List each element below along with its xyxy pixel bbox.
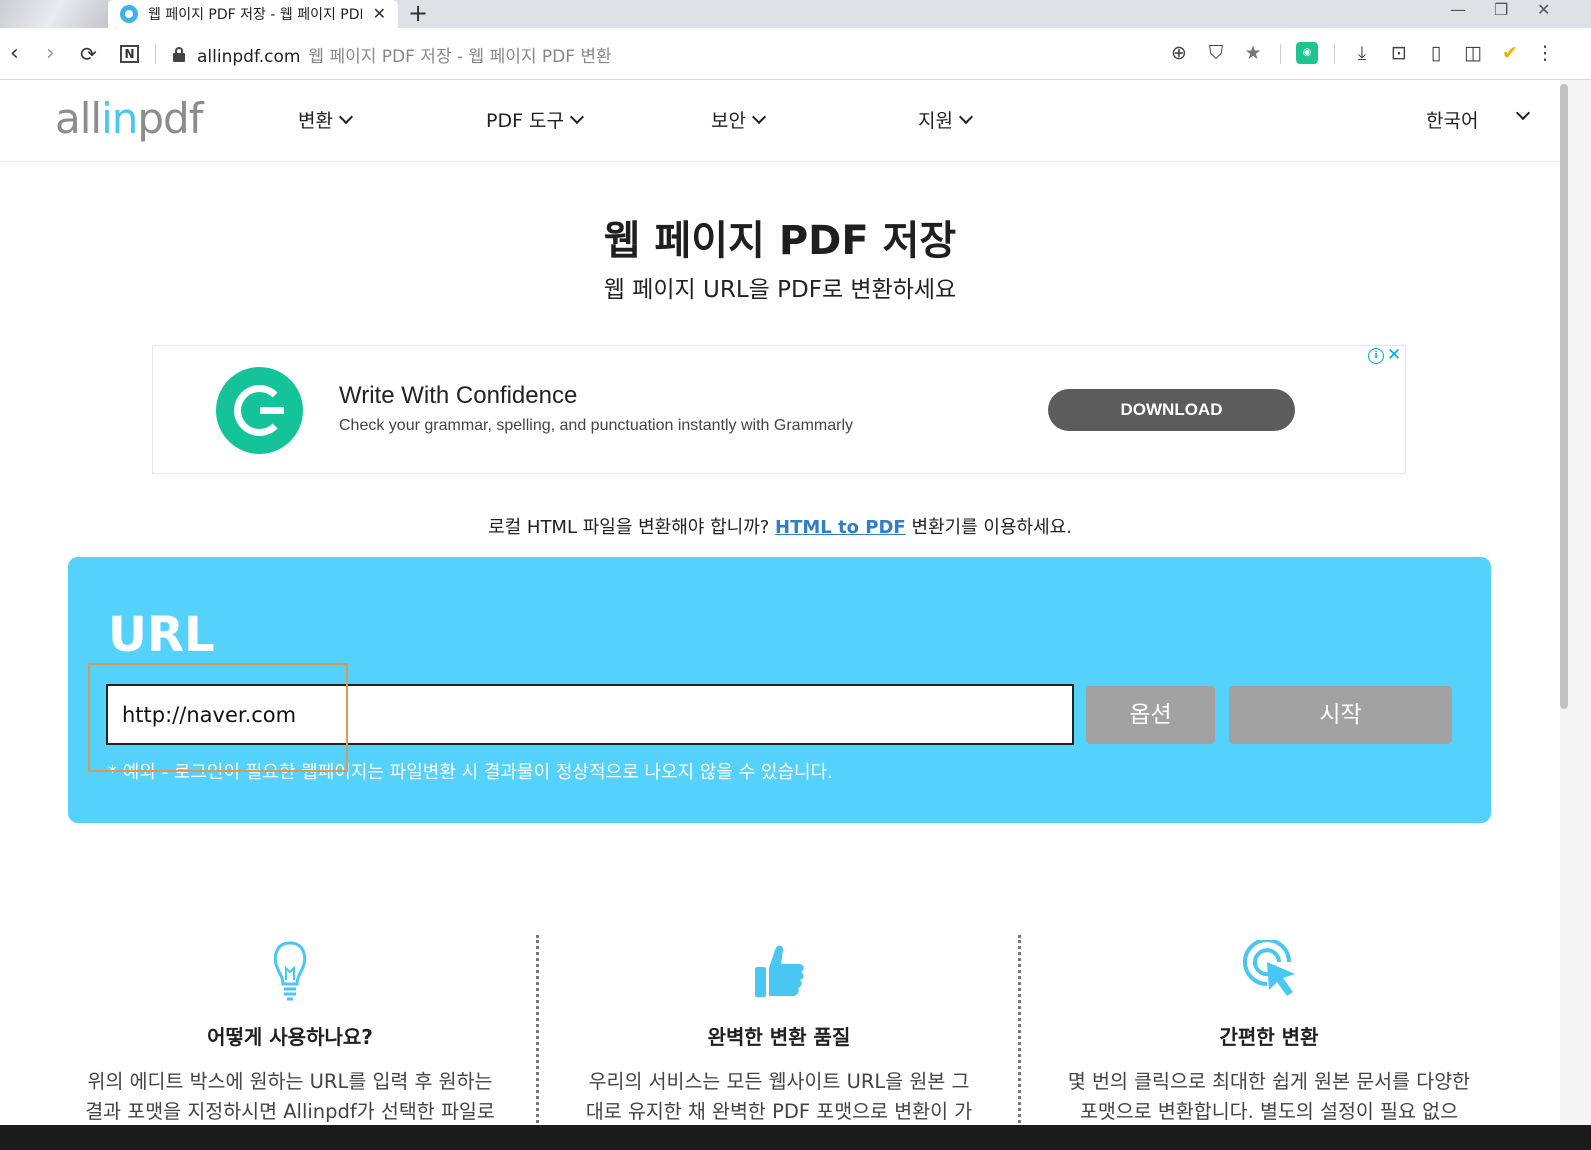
feature-title: 어떻게 사용하나요? <box>207 1025 373 1049</box>
camera-icon[interactable]: ⊡ <box>1388 42 1410 64</box>
notice-text: 변환기를 이용하세요. <box>905 517 1072 538</box>
lightbulb-icon <box>273 941 307 1001</box>
menu-security[interactable]: 보안 <box>711 106 767 133</box>
thumbs-up-icon <box>755 945 804 997</box>
start-button[interactable]: 시작 <box>1229 686 1452 744</box>
chevron-down-icon <box>569 109 585 124</box>
html-to-pdf-notice: 로컬 HTML 파일을 변환해야 합니까? HTML to PDF 변환기를 이… <box>0 513 1560 539</box>
feature-description-line: 위의 에디트 박스에 원하는 URL를 입력 후 원하는 <box>87 1070 493 1093</box>
zoom-icon[interactable]: ⊕ <box>1168 42 1190 64</box>
chevron-down-icon <box>338 109 354 124</box>
click-cursor-icon <box>1243 940 1295 996</box>
download-icon[interactable]: ⤓ <box>1351 42 1373 64</box>
chevron-down-icon <box>958 109 974 124</box>
logo-part: in <box>101 94 138 143</box>
url-field[interactable]: allinpdf.com 웹 페이지 PDF 저장 - 웹 페이지 PDF 변환 <box>197 42 612 67</box>
browser-tab-active[interactable]: 웹 페이지 PDF 저장 - 웹 페이지 PDF 변환 ✕ <box>108 0 398 28</box>
feature-title: 간편한 변환 <box>1219 1025 1319 1049</box>
menu-label: 변환 <box>298 110 333 132</box>
forward-icon[interactable]: › <box>46 40 55 68</box>
reload-icon[interactable]: ⟳ <box>80 40 97 68</box>
feature-title: 완벽한 변환 품질 <box>707 1025 851 1049</box>
tab-bar-decoration <box>0 0 108 28</box>
menu-label: 보안 <box>711 110 746 132</box>
new-tab-button[interactable]: + <box>408 0 428 26</box>
lock-icon[interactable] <box>173 47 185 62</box>
shield-icon[interactable]: ⛉ <box>1205 42 1227 64</box>
ad-description: Check your grammar, spelling, and punctu… <box>339 417 853 434</box>
logo-part: pdf <box>137 94 203 143</box>
language-selector[interactable]: 한국어 <box>1426 106 1478 133</box>
options-button[interactable]: 옵션 <box>1086 686 1215 744</box>
ad-download-button[interactable]: DOWNLOAD <box>1048 389 1295 431</box>
chevron-down-icon <box>751 109 767 124</box>
ad-title: Write With Confidence <box>339 382 578 409</box>
browser-address-bar: ‹ › ⟳ N allinpdf.com 웹 페이지 PDF 저장 - 웹 페이지… <box>0 28 1591 80</box>
html-to-pdf-link[interactable]: HTML to PDF <box>775 517 906 538</box>
ad-info-icon[interactable]: i <box>1368 348 1384 364</box>
feature-divider <box>1018 935 1021 1135</box>
bookmark-star-icon[interactable]: ★ <box>1242 42 1264 64</box>
page-subtitle: 웹 페이지 URL을 PDF로 변환하세요 <box>603 277 957 303</box>
feature-description-line: 결과 포맷을 지정하시면 Allinpdf가 선택한 파일로 <box>85 1100 495 1123</box>
advertisement-banner[interactable]: Write With Confidence Check your grammar… <box>152 345 1406 474</box>
feature-description: 우리의 서비스는 모든 웹사이트 URL을 원본 그 대로 유지한 채 완벽한 … <box>541 1067 1017 1127</box>
site-header: allinpdf 변환 PDF 도구 보안 지원 한국어 <box>0 80 1560 162</box>
feature-description-line: 대로 유지한 채 완벽한 PDF 포맷으로 변환이 가 <box>585 1100 973 1123</box>
allinpdf-logo[interactable]: allinpdf <box>55 94 203 143</box>
chevron-down-icon[interactable] <box>1515 105 1531 121</box>
feature-divider <box>536 935 539 1135</box>
ad-close-icon[interactable]: ✕ <box>1387 346 1401 364</box>
check-icon[interactable]: ✔ <box>1499 42 1521 64</box>
grammarly-logo-icon <box>216 367 303 454</box>
feature-description-line: 우리의 서비스는 모든 웹사이트 URL을 원본 그 <box>588 1070 970 1093</box>
menu-convert[interactable]: 변환 <box>298 106 354 133</box>
window-close-icon[interactable]: ✕ <box>1537 0 1550 20</box>
feature-easy-conversion: 간편한 변환 몇 번의 클릭으로 최대한 쉽게 원본 문서를 다양한 포맷으로 … <box>1031 935 1507 1135</box>
url-input[interactable] <box>106 684 1074 745</box>
feature-description-line: 몇 번의 클릭으로 최대한 쉽게 원본 문서를 다양한 <box>1067 1070 1471 1093</box>
scrollbar-thumb[interactable] <box>1560 84 1568 709</box>
notice-text: 로컬 HTML 파일을 변환해야 합니까? <box>488 517 776 538</box>
sidebar-icon[interactable]: ◫ <box>1462 42 1484 64</box>
menu-pdf-tools[interactable]: PDF 도구 <box>486 106 585 133</box>
menu-support[interactable]: 지원 <box>918 106 974 133</box>
site-favicon-icon <box>120 5 138 23</box>
tab-title: 웹 페이지 PDF 저장 - 웹 페이지 PDF 변환 <box>148 7 362 23</box>
divider <box>1280 44 1281 64</box>
bottom-taskbar-strip <box>0 1125 1591 1150</box>
feature-description-line: 포맷으로 변환합니다. 별도의 설정이 필요 없으 <box>1079 1100 1459 1123</box>
exception-note: * 예외 - 로그인이 필요한 웹페이지는 파일변환 시 결과물이 정상적으로 … <box>108 762 833 783</box>
url-converter-panel: URL 옵션 시작 * 예외 - 로그인이 필요한 웹페이지는 파일변환 시 결… <box>68 557 1491 823</box>
menu-icon[interactable]: ⋮ <box>1534 42 1556 64</box>
menu-label: PDF 도구 <box>486 110 565 132</box>
feature-quality: 완벽한 변환 품질 우리의 서비스는 모든 웹사이트 URL을 원본 그 대로 … <box>541 935 1017 1135</box>
notion-icon[interactable]: N <box>120 45 139 63</box>
url-page-title: 웹 페이지 PDF 저장 - 웹 페이지 PDF 변환 <box>308 47 612 67</box>
back-icon[interactable]: ‹ <box>10 40 19 68</box>
page-title: 웹 페이지 PDF 저장 <box>603 218 957 264</box>
extension-icon[interactable]: ◉ <box>1296 42 1318 64</box>
url-domain: allinpdf.com <box>197 47 301 67</box>
feature-how-to-use: 어떻게 사용하나요? 위의 에디트 박스에 원하는 URL를 입력 후 원하는 … <box>52 935 528 1135</box>
feature-description: 위의 에디트 박스에 원하는 URL를 입력 후 원하는 결과 포맷을 지정하시… <box>52 1067 528 1127</box>
tab-close-icon[interactable]: ✕ <box>373 4 386 23</box>
url-label: URL <box>108 607 215 663</box>
reader-icon[interactable]: ▯ <box>1425 42 1447 64</box>
divider <box>155 44 156 64</box>
feature-description: 몇 번의 클릭으로 최대한 쉽게 원본 문서를 다양한 포맷으로 변환합니다. … <box>1031 1067 1507 1127</box>
browser-tab-bar: 웹 페이지 PDF 저장 - 웹 페이지 PDF 변환 ✕ + — ❐ ✕ <box>0 0 1591 28</box>
minimize-icon[interactable]: — <box>1450 0 1466 20</box>
menu-label: 지원 <box>918 110 953 132</box>
restore-icon[interactable]: ❐ <box>1494 0 1508 20</box>
divider <box>1334 44 1335 64</box>
logo-part: all <box>55 94 102 143</box>
